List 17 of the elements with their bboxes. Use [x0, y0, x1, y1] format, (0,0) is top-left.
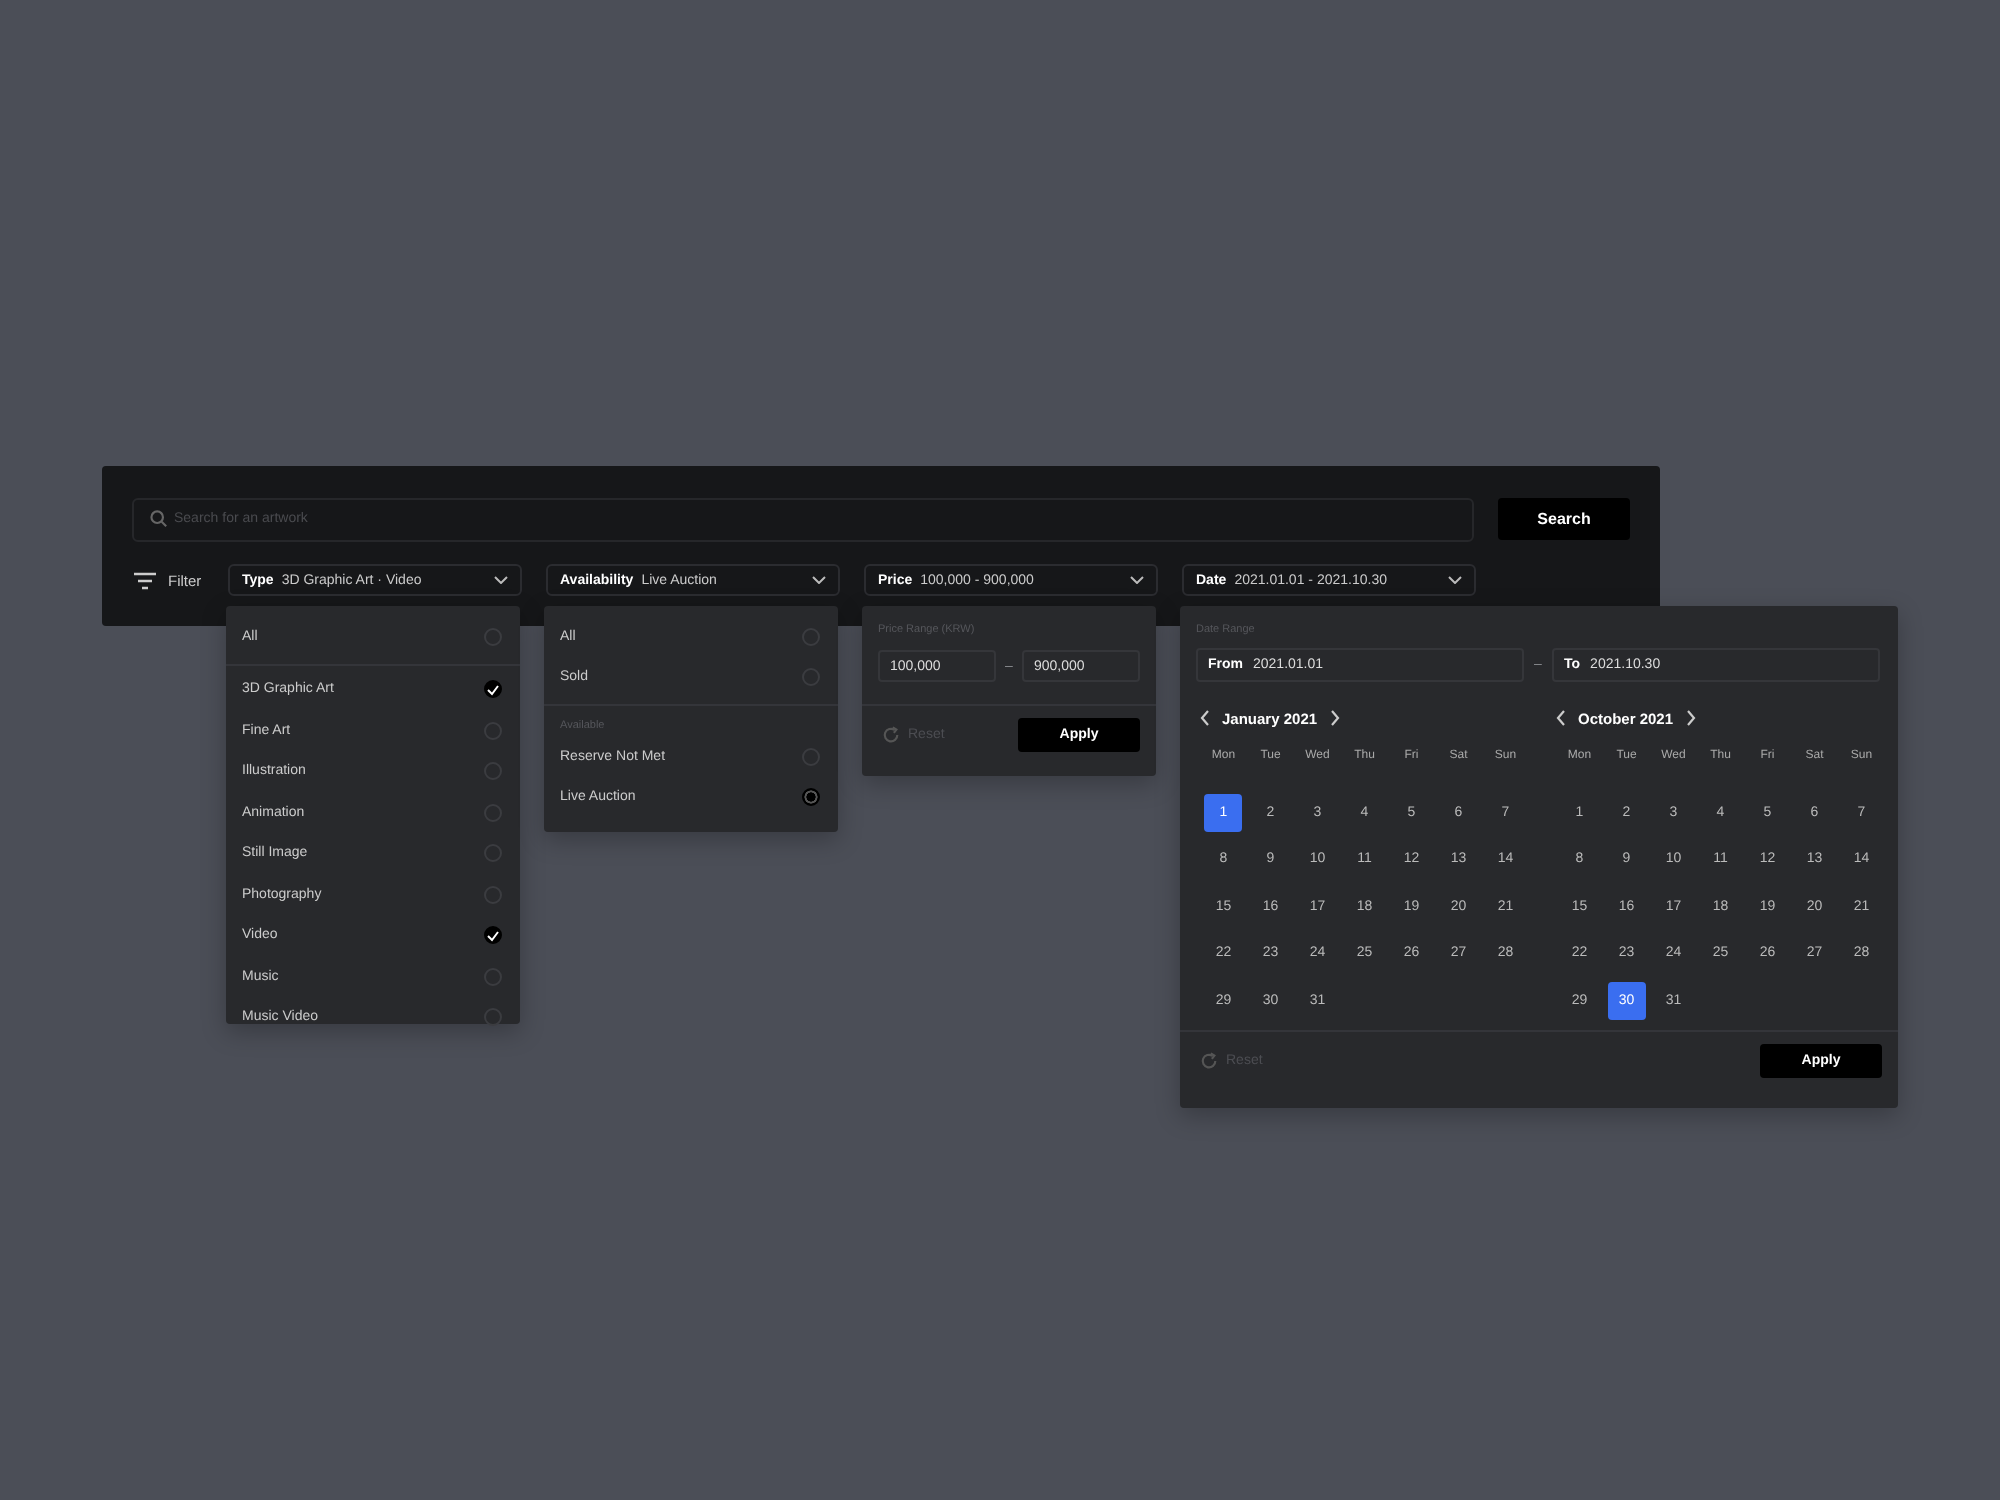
search-button[interactable]: Search: [1498, 497, 1630, 539]
chevron-right-icon[interactable]: [1685, 710, 1696, 726]
filter-icon: [134, 571, 156, 589]
search-icon: [150, 509, 168, 527]
radio-button[interactable]: [802, 788, 820, 807]
checkbox[interactable]: [484, 926, 502, 945]
caret-icon: [494, 576, 508, 584]
checkbox[interactable]: [484, 1008, 502, 1027]
chevron-left-icon[interactable]: [1200, 710, 1210, 726]
reset-icon: [1200, 1052, 1218, 1070]
caret-icon: [812, 576, 826, 584]
chevron-right-icon[interactable]: [1329, 710, 1340, 726]
caret-icon: [1130, 576, 1144, 584]
caret-icon: [1448, 576, 1462, 584]
chevron-left-icon[interactable]: [1556, 710, 1566, 726]
checkbox[interactable]: [484, 680, 502, 699]
reset-icon: [882, 726, 900, 744]
